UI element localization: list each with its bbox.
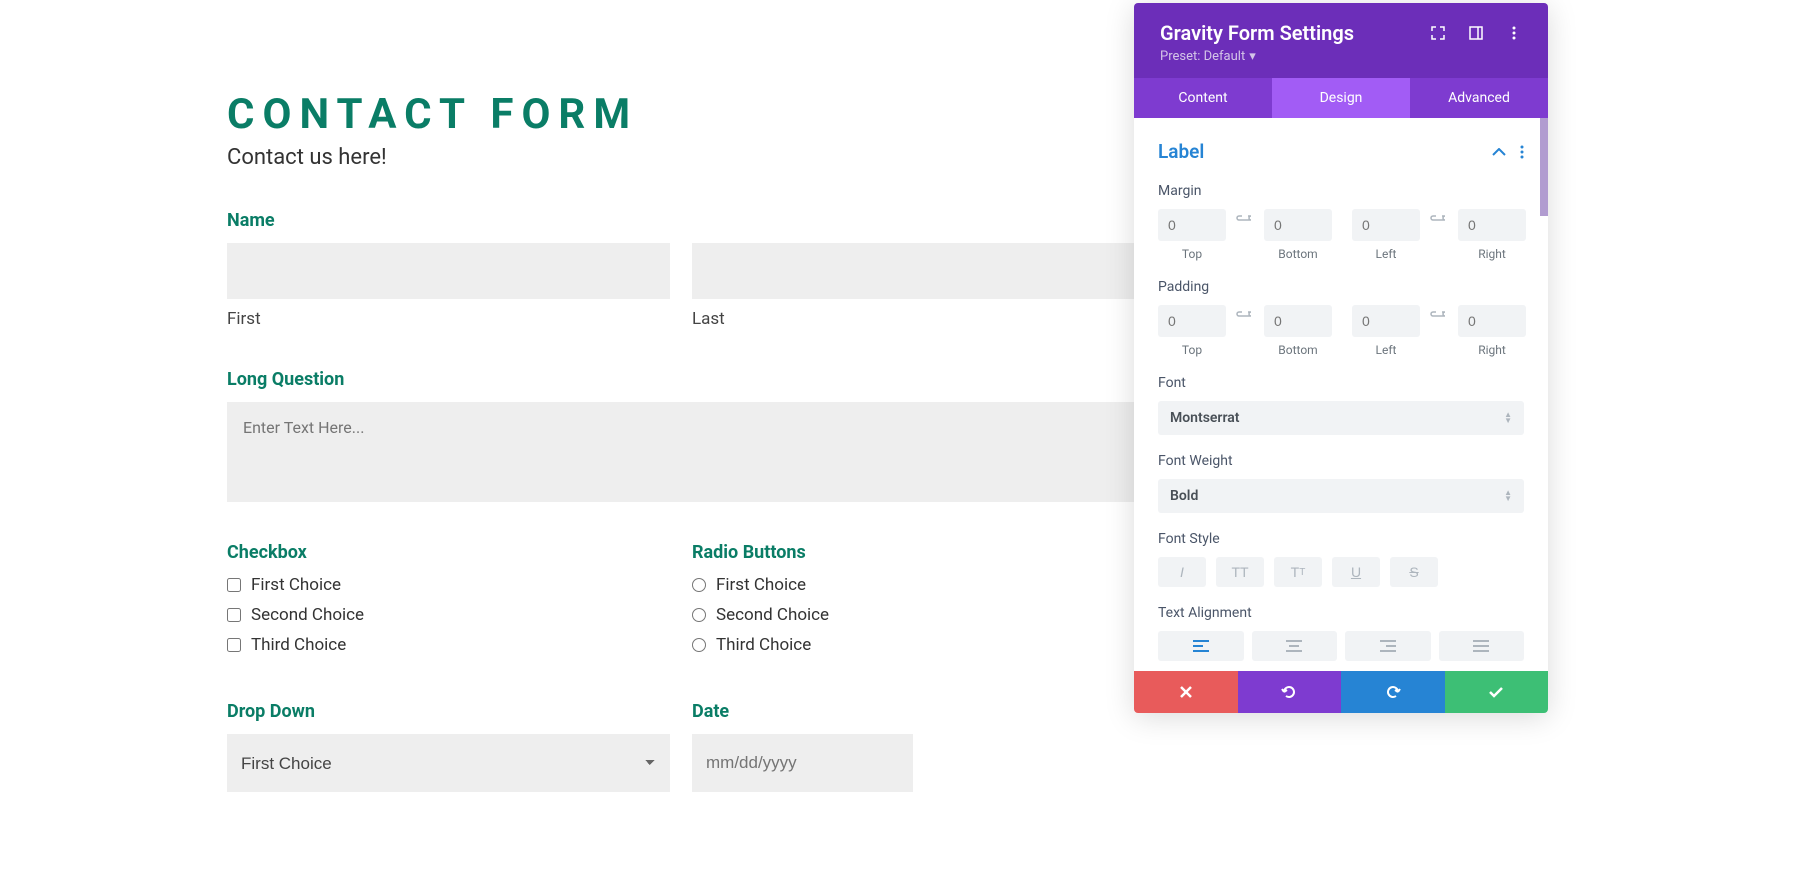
checkbox-label: Checkbox (227, 542, 670, 563)
smallcaps-button[interactable]: TT (1274, 557, 1322, 587)
link-icon[interactable] (1232, 209, 1258, 225)
font-select[interactable]: Montserrat▲▼ (1158, 401, 1524, 435)
margin-left-input[interactable] (1352, 209, 1420, 241)
margin-left-sublabel: Left (1376, 247, 1397, 261)
select-arrows-icon: ▲▼ (1504, 412, 1512, 424)
margin-right-input[interactable] (1458, 209, 1526, 241)
tab-advanced[interactable]: Advanced (1410, 78, 1548, 118)
checkbox-3[interactable] (227, 638, 241, 652)
chevron-up-icon[interactable] (1492, 148, 1506, 156)
last-sublabel: Last (692, 309, 1135, 329)
align-left-button[interactable] (1158, 631, 1244, 661)
italic-button[interactable]: I (1158, 557, 1206, 587)
expand-icon[interactable] (1430, 25, 1446, 41)
save-button[interactable] (1445, 671, 1549, 713)
radio-2-label: Second Choice (716, 605, 829, 625)
select-arrows-icon: ▲▼ (1504, 490, 1512, 502)
dropdown-label: Drop Down (227, 701, 670, 722)
cancel-button[interactable] (1134, 671, 1238, 713)
strikethrough-button[interactable]: S (1390, 557, 1438, 587)
padding-bottom-input[interactable] (1264, 305, 1332, 337)
tab-design[interactable]: Design (1272, 78, 1410, 118)
margin-top-input[interactable] (1158, 209, 1226, 241)
link-icon[interactable] (1426, 305, 1452, 321)
style-label: Font Style (1158, 531, 1524, 547)
align-label: Text Alignment (1158, 605, 1524, 621)
checkbox-1-label: First Choice (251, 575, 341, 595)
radio-3-label: Third Choice (716, 635, 811, 655)
tab-content[interactable]: Content (1134, 78, 1272, 118)
padding-left-input[interactable] (1352, 305, 1420, 337)
link-icon[interactable] (1426, 209, 1452, 225)
long-question-label: Long Question (227, 369, 1135, 390)
checkbox-2[interactable] (227, 608, 241, 622)
checkbox-1[interactable] (227, 578, 241, 592)
align-right-button[interactable] (1345, 631, 1431, 661)
margin-bottom-input[interactable] (1264, 209, 1332, 241)
margin-top-sublabel: Top (1182, 247, 1202, 261)
panel-title: Gravity Form Settings (1160, 21, 1354, 45)
form-subtitle: Contact us here! (227, 145, 1135, 170)
last-name-input[interactable] (692, 243, 1135, 299)
radio-label: Radio Buttons (692, 542, 1135, 563)
radio-1[interactable] (692, 578, 706, 592)
uppercase-button[interactable]: TT (1216, 557, 1264, 587)
link-icon[interactable] (1232, 305, 1258, 321)
align-justify-button[interactable] (1439, 631, 1525, 661)
name-label: Name (227, 210, 1135, 231)
underline-button[interactable]: U (1332, 557, 1380, 587)
form-preview: CONTACT FORM Contact us here! Name First… (0, 0, 1135, 792)
date-input[interactable] (692, 734, 913, 792)
margin-bottom-sublabel: Bottom (1278, 247, 1317, 261)
radio-1-label: First Choice (716, 575, 806, 595)
more-icon[interactable] (1506, 25, 1522, 41)
padding-top-input[interactable] (1158, 305, 1226, 337)
align-center-button[interactable] (1252, 631, 1338, 661)
checkbox-2-label: Second Choice (251, 605, 364, 625)
checkbox-3-label: Third Choice (251, 635, 346, 655)
radio-3[interactable] (692, 638, 706, 652)
radio-2[interactable] (692, 608, 706, 622)
preset-dropdown[interactable]: Preset: Default▾ (1160, 49, 1522, 64)
layout-icon[interactable] (1468, 25, 1484, 41)
weight-select[interactable]: Bold▲▼ (1158, 479, 1524, 513)
first-name-input[interactable] (227, 243, 670, 299)
settings-panel: Gravity Form Settings Preset: Default▾ C… (1134, 3, 1548, 713)
first-sublabel: First (227, 309, 670, 329)
margin-label: Margin (1158, 183, 1524, 199)
undo-button[interactable] (1238, 671, 1342, 713)
caret-down-icon: ▾ (1249, 49, 1256, 64)
weight-label: Font Weight (1158, 453, 1524, 469)
padding-right-input[interactable] (1458, 305, 1526, 337)
long-question-textarea[interactable] (227, 402, 1135, 502)
margin-right-sublabel: Right (1478, 247, 1506, 261)
form-title: CONTACT FORM (227, 90, 1135, 139)
font-label: Font (1158, 375, 1524, 391)
section-title: Label (1158, 140, 1204, 163)
date-label: Date (692, 701, 1135, 722)
redo-button[interactable] (1341, 671, 1445, 713)
dropdown-select[interactable]: First Choice (227, 734, 670, 792)
scrollbar[interactable] (1540, 118, 1548, 216)
padding-label: Padding (1158, 279, 1524, 295)
section-more-icon[interactable] (1520, 145, 1524, 159)
